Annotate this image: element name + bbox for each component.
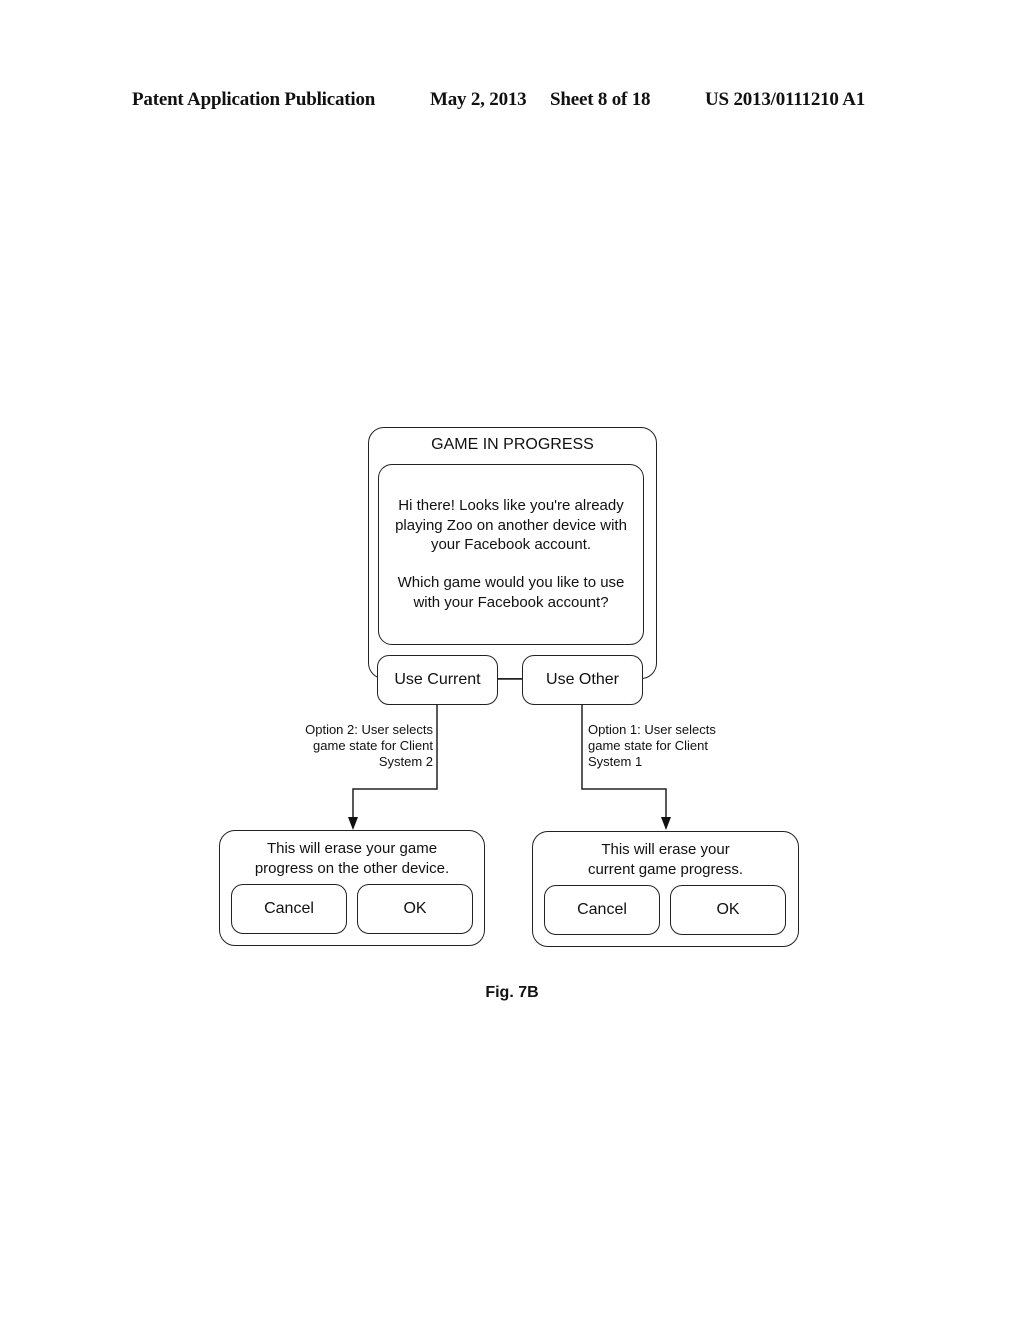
message-line: progress on the other device. [254, 859, 450, 877]
option1-arrowhead [661, 817, 671, 830]
left-cancel-button[interactable]: Cancel [231, 884, 347, 934]
erase-other-device-message: This will erase your game progress on th… [219, 839, 485, 878]
message-line: current game progress. [587, 860, 744, 878]
message-line: This will erase your [601, 841, 730, 858]
erase-current-progress-message: This will erase your current game progre… [532, 840, 799, 879]
question-text: Which game would you like to use with yo… [378, 573, 644, 612]
use-current-button[interactable]: Use Current [377, 655, 498, 705]
message-line: your Facebook account. [430, 536, 592, 553]
message-text: Hi there! Looks like you're already play… [378, 496, 644, 555]
right-ok-button[interactable]: OK [670, 885, 786, 935]
option2-line: System 2 [378, 754, 433, 769]
option1-line: game state for Client [588, 738, 708, 753]
question-line: Which game would you like to use [397, 574, 625, 591]
option1-line: System 1 [588, 754, 643, 769]
option2-line: game state for Client [313, 738, 433, 753]
right-cancel-button[interactable]: Cancel [544, 885, 660, 935]
message-line: This will erase your game [266, 840, 438, 857]
question-line: with your Facebook account? [413, 593, 609, 611]
figure-label: Fig. 7B [485, 984, 539, 1001]
option2-label: Option 2: User selects game state for Cl… [268, 722, 433, 770]
use-other-button[interactable]: Use Other [522, 655, 643, 705]
option1-line: Option 1: User selects [588, 722, 716, 737]
left-ok-button[interactable]: OK [357, 884, 473, 934]
message-line: playing Zoo on another device with [395, 516, 627, 534]
option2-arrowhead [348, 817, 358, 830]
message-line: Hi there! Looks like you're already [398, 497, 624, 514]
option1-label: Option 1: User selects game state for Cl… [588, 722, 758, 770]
dialog-title: GAME IN PROGRESS [431, 436, 594, 453]
message-panel [378, 464, 644, 645]
option2-line: Option 2: User selects [305, 722, 433, 737]
